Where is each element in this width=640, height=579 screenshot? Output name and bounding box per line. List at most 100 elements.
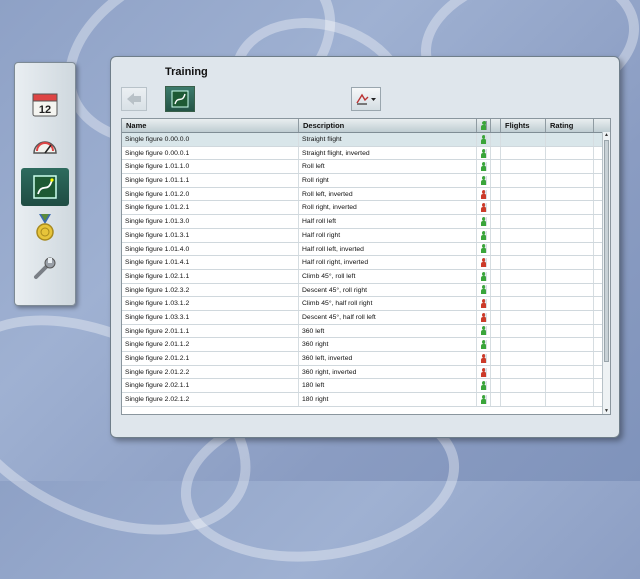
- row-rating: [546, 174, 594, 187]
- row-flights: [501, 187, 546, 201]
- row-name: Single figure 1.01.3.0: [122, 215, 299, 228]
- table-row[interactable]: Single figure 2.02.1.2 180 right: [122, 393, 610, 407]
- scroll-up-icon[interactable]: ▲: [603, 132, 610, 138]
- row-blank: [491, 324, 501, 338]
- row-flights: [501, 310, 546, 324]
- scrollbar-thumb[interactable]: [604, 140, 609, 362]
- row-name: Single figure 0.00.0.1: [122, 146, 299, 160]
- table-row[interactable]: Single figure 0.00.0.0 Straight flight: [122, 133, 610, 147]
- row-name: Single figure 1.01.4.1: [122, 256, 299, 269]
- column-header-description[interactable]: Description: [299, 119, 477, 132]
- sidebar-item-calendar[interactable]: 12: [21, 85, 69, 123]
- row-status: [477, 365, 491, 379]
- filter-dropdown-button[interactable]: [351, 87, 381, 111]
- filter-dropdown-icon: [356, 93, 376, 105]
- table-row[interactable]: Single figure 1.03.1.2 Climb 45°, half ro…: [122, 297, 610, 311]
- row-description: Half roll right: [299, 228, 477, 242]
- row-description: 180 left: [299, 379, 477, 393]
- table-row[interactable]: Single figure 1.01.1.0 Roll left: [122, 160, 610, 175]
- row-name: Single figure 1.01.2.1: [122, 201, 299, 215]
- row-status: [477, 324, 491, 338]
- row-flights: [501, 133, 546, 146]
- row-flights: [501, 228, 546, 242]
- column-header-name[interactable]: Name: [122, 119, 299, 132]
- row-blank: [491, 146, 501, 160]
- row-status: [477, 187, 491, 201]
- row-description: Half roll right, inverted: [299, 256, 477, 269]
- row-flights: [501, 379, 546, 393]
- row-name: Single figure 1.01.2.0: [122, 187, 299, 201]
- vertical-scrollbar[interactable]: ▲ ▼: [602, 132, 610, 414]
- table-row[interactable]: Single figure 2.02.1.1 180 left: [122, 379, 610, 394]
- back-button[interactable]: [121, 87, 147, 111]
- table-row[interactable]: Single figure 1.01.3.1 Half roll right: [122, 228, 610, 243]
- row-flights: [501, 201, 546, 215]
- row-rating: [546, 324, 594, 338]
- row-flights: [501, 146, 546, 160]
- table-row[interactable]: Single figure 1.01.1.1 Roll right: [122, 174, 610, 188]
- row-status: [477, 242, 491, 256]
- row-flights: [501, 256, 546, 269]
- table-row[interactable]: Single figure 1.01.2.1 Roll right, invert…: [122, 201, 610, 216]
- row-status: [477, 228, 491, 242]
- table-row[interactable]: Single figure 1.01.2.0 Roll left, inverte…: [122, 187, 610, 202]
- row-flights: [501, 215, 546, 228]
- row-flights: [501, 324, 546, 338]
- row-blank: [491, 352, 501, 365]
- table-row[interactable]: Single figure 1.02.1.1 Climb 45°, roll le…: [122, 269, 610, 284]
- sidebar-item-gauge[interactable]: [21, 127, 69, 165]
- pilot-status-icon: [480, 381, 487, 391]
- row-flights: [501, 352, 546, 365]
- row-description: Roll right: [299, 174, 477, 187]
- table-row[interactable]: Single figure 2.01.2.2 360 right, inverte…: [122, 365, 610, 380]
- table-row[interactable]: Single figure 2.01.2.1 360 left, inverted: [122, 352, 610, 366]
- row-rating: [546, 365, 594, 379]
- row-description: 360 right, inverted: [299, 365, 477, 379]
- row-status: [477, 133, 491, 146]
- pilot-status-icon: [480, 312, 487, 322]
- medal-icon: [36, 214, 54, 241]
- pilot-status-icon: [480, 134, 487, 144]
- row-flights: [501, 365, 546, 379]
- table-row[interactable]: Single figure 1.01.4.1 Half roll right, i…: [122, 256, 610, 270]
- row-name: Single figure 1.02.3.2: [122, 283, 299, 297]
- table-row[interactable]: Single figure 2.01.1.2 360 right: [122, 338, 610, 352]
- table-row[interactable]: Single figure 1.02.3.2 Descent 45°, roll …: [122, 283, 610, 298]
- row-description: 360 right: [299, 338, 477, 351]
- row-name: Single figure 0.00.0.0: [122, 133, 299, 146]
- row-status: [477, 338, 491, 351]
- row-rating: [546, 393, 594, 406]
- row-status: [477, 256, 491, 269]
- row-flights: [501, 269, 546, 283]
- table-row[interactable]: Single figure 1.01.3.0 Half roll left: [122, 215, 610, 229]
- column-header-blank[interactable]: [491, 119, 501, 132]
- sidebar-item-tools[interactable]: [21, 249, 69, 287]
- row-flights: [501, 160, 546, 174]
- pilot-status-icon: [480, 189, 487, 199]
- row-status: [477, 174, 491, 187]
- pilot-status-icon: [480, 230, 487, 240]
- row-name: Single figure 2.02.1.1: [122, 379, 299, 393]
- pilot-status-icon: [480, 258, 487, 268]
- row-status: [477, 201, 491, 215]
- row-blank: [491, 338, 501, 351]
- gauge-icon: [33, 141, 57, 154]
- wrench-icon: [34, 257, 56, 279]
- back-arrow-icon: [127, 93, 141, 105]
- table-row[interactable]: Single figure 1.03.3.1 Descent 45°, half …: [122, 310, 610, 325]
- table-row[interactable]: Single figure 1.01.4.0 Half roll left, in…: [122, 242, 610, 257]
- row-flights: [501, 174, 546, 187]
- column-header-rating[interactable]: Rating: [546, 119, 594, 132]
- column-header-flights[interactable]: Flights: [501, 119, 546, 132]
- sidebar-item-medal[interactable]: [21, 209, 69, 247]
- column-header-status[interactable]: [477, 119, 491, 132]
- scroll-down-icon[interactable]: ▼: [603, 408, 610, 414]
- table-row[interactable]: Single figure 0.00.0.1 Straight flight, i…: [122, 146, 610, 161]
- row-name: Single figure 1.03.1.2: [122, 297, 299, 310]
- row-blank: [491, 133, 501, 146]
- row-rating: [546, 338, 594, 351]
- pilot-status-icon: [480, 148, 487, 158]
- training-button[interactable]: [165, 86, 195, 112]
- table-row[interactable]: Single figure 2.01.1.1 360 left: [122, 324, 610, 339]
- sidebar-item-training[interactable]: [21, 168, 69, 206]
